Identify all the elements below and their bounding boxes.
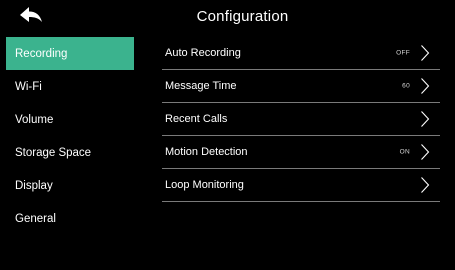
sidebar-item-label: Storage Space xyxy=(15,146,92,159)
chevron-right-icon xyxy=(420,44,430,62)
sidebar-item-display[interactable]: Display xyxy=(6,169,134,202)
chevron-right-icon xyxy=(420,77,430,95)
settings-list: Auto Recording OFF Message Time 60 Recen… xyxy=(162,37,440,202)
setting-row-recent-calls[interactable]: Recent Calls xyxy=(162,103,440,136)
setting-row-motion-detection[interactable]: Motion Detection ON xyxy=(162,136,440,169)
sidebar-item-label: Volume xyxy=(15,113,54,126)
setting-value: OFF xyxy=(396,49,410,57)
setting-label: Motion Detection xyxy=(165,146,248,158)
setting-label: Auto Recording xyxy=(165,47,241,59)
setting-label: Message Time xyxy=(165,80,237,92)
page-title: Configuration xyxy=(196,8,289,25)
sidebar-item-storage-space[interactable]: Storage Space xyxy=(6,136,134,169)
sidebar-item-wifi[interactable]: Wi-Fi xyxy=(6,70,134,103)
chevron-right-icon xyxy=(420,176,430,194)
configuration-screen: Configuration Recording Wi-Fi Volume Sto… xyxy=(0,0,455,270)
setting-row-message-time[interactable]: Message Time 60 xyxy=(162,70,440,103)
setting-label: Recent Calls xyxy=(165,113,228,125)
sidebar-item-general[interactable]: General xyxy=(6,202,134,235)
setting-label: Loop Monitoring xyxy=(165,179,244,191)
sidebar-item-label: Wi-Fi xyxy=(15,80,42,93)
sidebar-item-label: General xyxy=(15,212,56,225)
setting-value: ON xyxy=(399,148,410,156)
sidebar-item-label: Display xyxy=(15,179,53,192)
chevron-right-icon xyxy=(420,110,430,128)
sidebar-item-label: Recording xyxy=(15,47,68,60)
sidebar-item-recording[interactable]: Recording xyxy=(6,37,134,70)
setting-row-auto-recording[interactable]: Auto Recording OFF xyxy=(162,37,440,70)
setting-row-loop-monitoring[interactable]: Loop Monitoring xyxy=(162,169,440,202)
sidebar-item-volume[interactable]: Volume xyxy=(6,103,134,136)
sidebar: Recording Wi-Fi Volume Storage Space Dis… xyxy=(6,37,134,235)
chevron-right-icon xyxy=(420,143,430,161)
setting-value: 60 xyxy=(402,82,410,90)
